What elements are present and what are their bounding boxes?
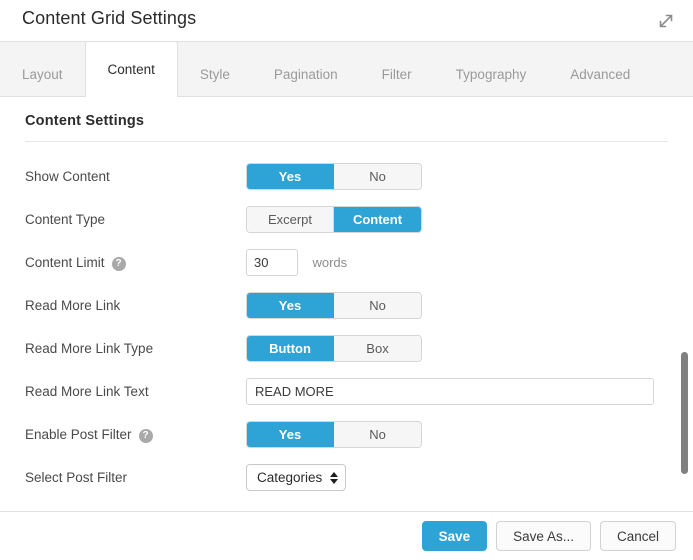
row-read-more-link-text: Read More Link Text [0, 370, 693, 413]
control-read-more-link: Yes No [246, 292, 422, 319]
control-content-limit: words [246, 249, 347, 276]
row-select-post-filter: Select Post Filter Categories [0, 456, 693, 499]
toggle-read-more-link: Yes No [246, 292, 422, 319]
tabbar: Layout Content Style Pagination Filter T… [0, 41, 693, 97]
row-enable-post-filter: Enable Post Filter ? Yes No [0, 413, 693, 456]
content-limit-unit: words [312, 255, 348, 270]
cancel-button[interactable]: Cancel [599, 521, 676, 551]
toggle-show-content: Yes No [246, 163, 422, 190]
toggle-read-more-link-no[interactable]: No [334, 293, 421, 318]
control-read-more-link-text [246, 378, 654, 405]
label-text: Read More Link [25, 298, 121, 313]
toggle-read-more-link-type-button[interactable]: Button [247, 336, 334, 361]
toggle-read-more-link-type-box[interactable]: Box [334, 336, 421, 361]
control-enable-post-filter: Yes No [246, 421, 422, 448]
toggle-show-content-yes[interactable]: Yes [247, 164, 334, 189]
label-text: Content Type [25, 212, 106, 227]
tab-style[interactable]: Style [178, 53, 252, 96]
row-read-more-link: Read More Link Yes No [0, 284, 693, 327]
tab-layout[interactable]: Layout [0, 53, 85, 96]
toggle-content-type-content[interactable]: Content [334, 207, 421, 232]
tab-typography[interactable]: Typography [434, 53, 549, 96]
toggle-show-content-no[interactable]: No [334, 164, 421, 189]
content-limit-input[interactable] [246, 249, 298, 276]
scrollbar-thumb[interactable] [681, 352, 688, 474]
settings-rows: Show Content Yes No Content Type Excerpt [0, 155, 693, 499]
label-show-content: Show Content [25, 169, 110, 184]
settings-dialog: Content Grid Settings Layout Content Sty… [0, 0, 693, 560]
tab-filter[interactable]: Filter [360, 53, 434, 96]
label-text: Read More Link Type [25, 341, 154, 356]
toggle-enable-post-filter: Yes No [246, 421, 422, 448]
label-content-limit: Content Limit ? [25, 255, 126, 271]
row-content-type: Content Type Excerpt Content [0, 198, 693, 241]
chevron-updown-icon [330, 471, 339, 484]
toggle-read-more-link-type: Button Box [246, 335, 422, 362]
label-read-more-link-type: Read More Link Type [25, 341, 153, 356]
toggle-content-type-excerpt[interactable]: Excerpt [247, 207, 334, 232]
tab-list: Layout Content Style Pagination Filter T… [0, 41, 652, 97]
control-show-content: Yes No [246, 163, 422, 190]
label-select-post-filter: Select Post Filter [25, 470, 127, 485]
control-content-type: Excerpt Content [246, 206, 422, 233]
label-text: Content Limit [25, 255, 105, 270]
label-text: Enable Post Filter [25, 427, 132, 442]
label-text: Select Post Filter [25, 470, 128, 485]
row-show-content: Show Content Yes No [0, 155, 693, 198]
row-read-more-link-type: Read More Link Type Button Box [0, 327, 693, 370]
read-more-link-text-input[interactable] [246, 378, 654, 405]
tab-advanced[interactable]: Advanced [548, 53, 652, 96]
label-enable-post-filter: Enable Post Filter ? [25, 427, 153, 443]
dialog-footer: Save Save As... Cancel [0, 511, 693, 560]
label-content-type: Content Type [25, 212, 105, 227]
label-read-more-link: Read More Link [25, 298, 120, 313]
dialog-title: Content Grid Settings [22, 8, 197, 28]
tab-content[interactable]: Content [84, 41, 178, 97]
section-divider [25, 141, 668, 142]
select-post-filter-dropdown[interactable]: Categories [246, 464, 347, 491]
question-mark-icon[interactable]: ? [111, 256, 126, 271]
select-post-filter-value: Categories [257, 470, 323, 485]
label-text: Read More Link Text [25, 384, 149, 399]
toggle-content-type: Excerpt Content [246, 206, 422, 233]
tab-pagination[interactable]: Pagination [252, 53, 360, 96]
toggle-read-more-link-yes[interactable]: Yes [247, 293, 334, 318]
row-content-limit: Content Limit ? words [0, 241, 693, 284]
toggle-enable-post-filter-no[interactable]: No [334, 422, 421, 447]
question-mark-icon[interactable]: ? [138, 428, 153, 443]
save-as-button[interactable]: Save As... [496, 521, 591, 551]
control-select-post-filter: Categories [246, 464, 347, 491]
toggle-enable-post-filter-yes[interactable]: Yes [247, 422, 334, 447]
label-read-more-link-text: Read More Link Text [25, 384, 149, 399]
control-read-more-link-type: Button Box [246, 335, 422, 362]
label-text: Show Content [25, 169, 110, 184]
expand-arrows-icon[interactable] [653, 8, 679, 34]
section-title: Content Settings [25, 113, 145, 129]
dialog-titlebar: Content Grid Settings [0, 0, 693, 42]
save-button[interactable]: Save [421, 521, 488, 551]
settings-panel: Content Settings Show Content Yes No Con… [0, 97, 693, 511]
